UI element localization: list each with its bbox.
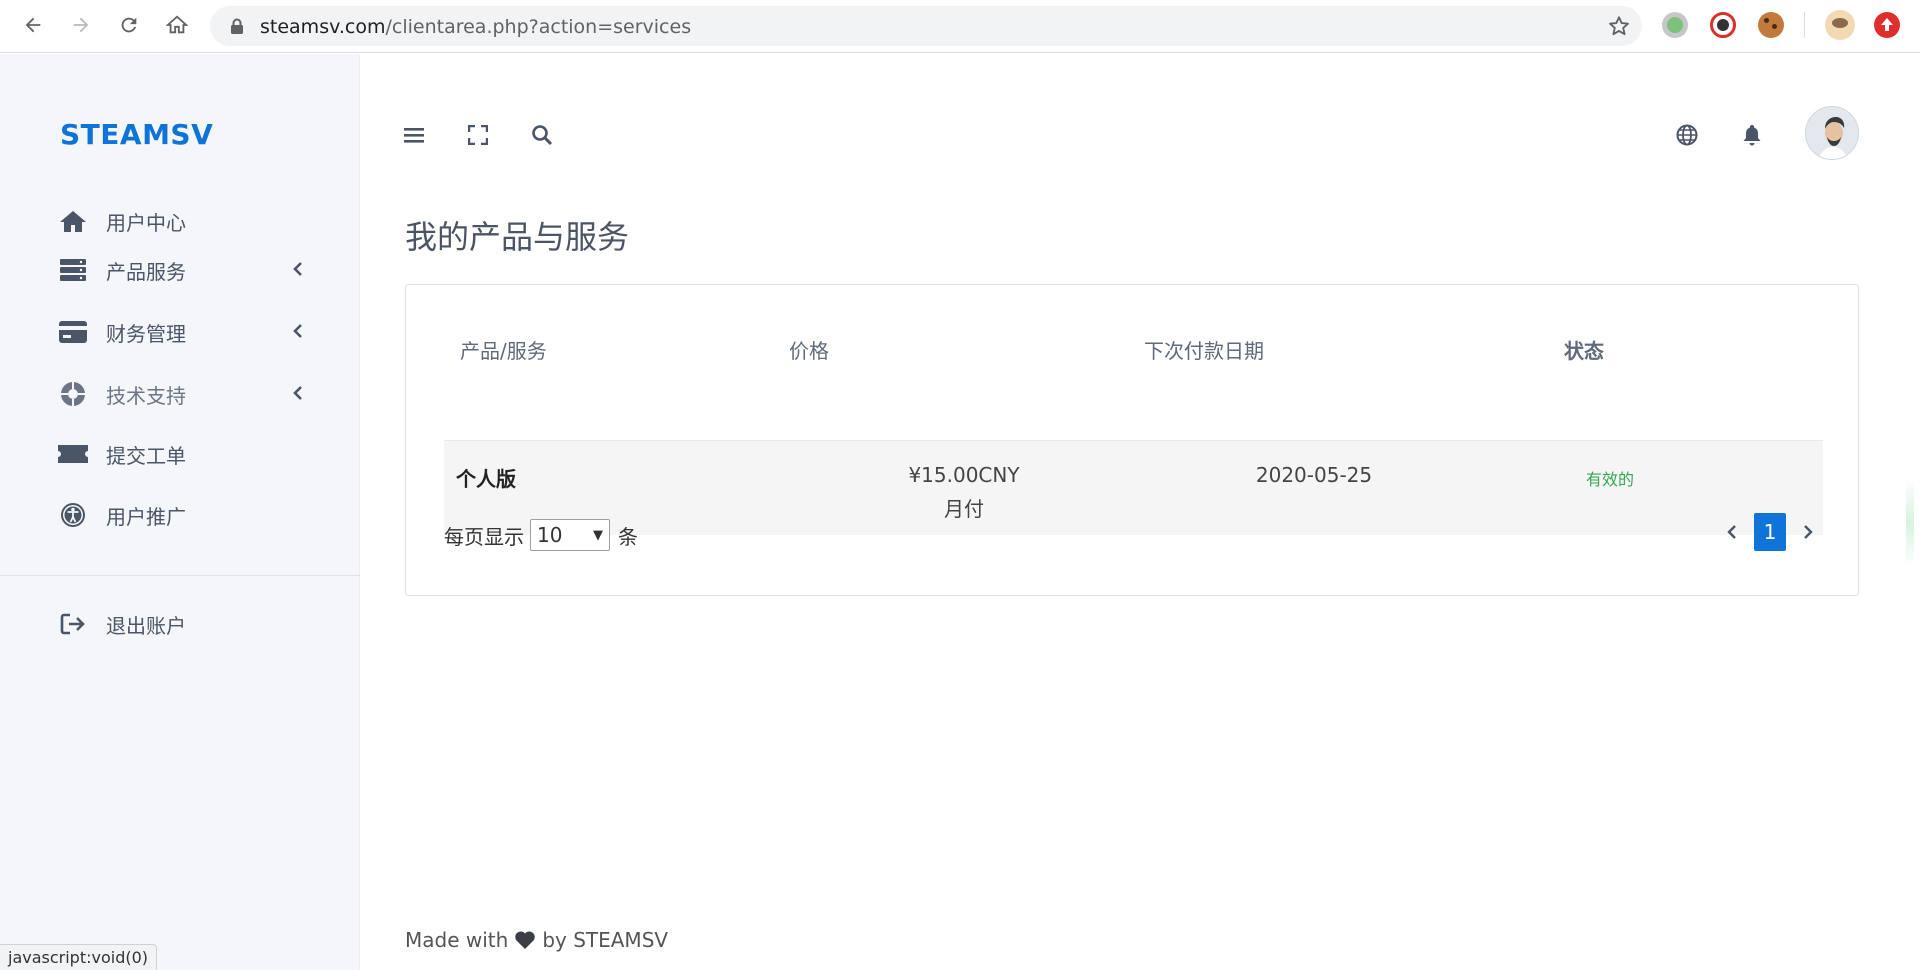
user-avatar[interactable] bbox=[1805, 106, 1859, 160]
per-page-suffix: 条 bbox=[618, 524, 638, 549]
bookmark-star-icon[interactable] bbox=[1608, 15, 1630, 37]
next-due-date: 2020-05-25 bbox=[1255, 463, 1373, 487]
update-arrow-icon[interactable] bbox=[1874, 12, 1900, 38]
globe-icon bbox=[1676, 124, 1698, 146]
sign-out-icon bbox=[58, 609, 88, 639]
arrow-left-icon bbox=[25, 17, 41, 33]
footer: Made with by STEAMSV bbox=[405, 928, 668, 952]
fullscreen-button[interactable] bbox=[465, 122, 491, 148]
chevron-right-icon bbox=[1804, 525, 1813, 539]
services-card: 产品/服务 价格 下次付款日期 状态 个人版 ¥15.00CNY 月付 2020… bbox=[405, 284, 1859, 596]
menu-icon bbox=[404, 128, 424, 143]
fullscreen-icon bbox=[468, 125, 488, 145]
extension-green-dot-icon[interactable] bbox=[1662, 12, 1688, 38]
sidebar-divider bbox=[0, 575, 360, 576]
sidebar-item-label: 技术支持 bbox=[106, 383, 186, 408]
per-page-control: 每页显示 10 ▼ 条 bbox=[444, 519, 638, 551]
per-page-select[interactable]: 10 ▼ bbox=[530, 519, 610, 551]
home-button[interactable] bbox=[162, 10, 192, 40]
per-page-prefix: 每页显示 bbox=[444, 524, 524, 549]
url-path: /clientarea.php?action=services bbox=[385, 16, 692, 38]
status-badge: 有效的 bbox=[1586, 470, 1635, 489]
arrow-right-icon bbox=[73, 17, 89, 33]
menu-toggle-button[interactable] bbox=[401, 122, 427, 148]
footer-prefix: Made with bbox=[405, 928, 509, 952]
pagination: 1 bbox=[1722, 513, 1818, 551]
notifications-button[interactable] bbox=[1739, 122, 1765, 148]
sidebar-item-support[interactable]: 技术支持 bbox=[58, 377, 308, 411]
toolbar-separator bbox=[1804, 12, 1805, 38]
sidebar-item-finance[interactable]: 财务管理 bbox=[58, 315, 308, 349]
column-header-status[interactable]: 状态 bbox=[1564, 335, 1604, 364]
brand-logo[interactable]: STEAMSV bbox=[60, 118, 213, 151]
lock-icon bbox=[231, 18, 243, 34]
footer-suffix: by STEAMSV bbox=[542, 928, 669, 952]
heart-icon bbox=[514, 930, 536, 950]
column-header-price[interactable]: 价格 bbox=[789, 335, 829, 364]
home-icon bbox=[58, 206, 88, 236]
browser-toolbar: steamsv.com/clientarea.php?action=servic… bbox=[0, 0, 1920, 53]
sidebar-item-submit-ticket[interactable]: 提交工单 bbox=[58, 437, 308, 471]
home-outline-icon bbox=[166, 15, 188, 34]
sidebar-item-logout[interactable]: 退出账户 bbox=[58, 607, 308, 641]
dropdown-arrow-icon: ▼ bbox=[593, 527, 603, 543]
back-button[interactable] bbox=[18, 10, 48, 40]
url-text: steamsv.com/clientarea.php?action=servic… bbox=[260, 16, 691, 38]
sidebar-item-products[interactable]: 产品服务 bbox=[58, 253, 308, 287]
reload-icon bbox=[121, 17, 137, 33]
next-page-button[interactable] bbox=[1798, 513, 1818, 551]
chevron-left-icon bbox=[293, 262, 302, 276]
reload-button[interactable] bbox=[114, 10, 144, 40]
prev-page-button[interactable] bbox=[1722, 513, 1742, 551]
search-icon bbox=[532, 125, 553, 146]
ticket-icon bbox=[58, 439, 88, 469]
forward-button[interactable] bbox=[66, 10, 96, 40]
sidebar-item-label: 用户推广 bbox=[106, 504, 186, 529]
search-button[interactable] bbox=[529, 122, 555, 148]
sidebar-item-label: 提交工单 bbox=[106, 443, 186, 468]
product-price: ¥15.00CNY bbox=[908, 463, 1020, 487]
extension-sound-icon[interactable] bbox=[1710, 12, 1736, 38]
per-page-value: 10 bbox=[537, 523, 563, 547]
sidebar: STEAMSV 用户中心 产品服务 财务管理 技术支持 提交工单 用户推广 退出… bbox=[0, 54, 360, 970]
sidebar-item-user-center[interactable]: 用户中心 bbox=[58, 204, 308, 238]
url-host: steamsv.com bbox=[260, 16, 386, 38]
table-row[interactable]: 个人版 ¥15.00CNY 月付 2020-05-25 有效的 bbox=[444, 440, 1823, 535]
billing-cycle: 月付 bbox=[944, 497, 984, 521]
profile-avatar-icon[interactable] bbox=[1825, 10, 1855, 40]
chevron-left-icon bbox=[293, 324, 302, 338]
product-name: 个人版 bbox=[456, 467, 516, 491]
browser-status-bar: javascript:void(0) bbox=[0, 944, 158, 970]
universal-access-icon bbox=[58, 500, 88, 530]
sidebar-item-label: 用户中心 bbox=[106, 210, 186, 235]
credit-card-icon bbox=[58, 317, 88, 347]
sidebar-item-affiliate[interactable]: 用户推广 bbox=[58, 498, 308, 532]
column-header-product[interactable]: 产品/服务 bbox=[460, 335, 547, 364]
bell-icon bbox=[1743, 125, 1761, 146]
chevron-left-icon bbox=[1727, 525, 1736, 539]
extension-cookie-icon[interactable] bbox=[1758, 12, 1784, 38]
page-number-current[interactable]: 1 bbox=[1754, 513, 1786, 551]
life-ring-icon bbox=[58, 379, 88, 409]
scrollbar-indicator[interactable] bbox=[1906, 480, 1914, 566]
page-title: 我的产品与服务 bbox=[405, 218, 630, 256]
sidebar-item-label: 产品服务 bbox=[106, 259, 186, 284]
address-bar[interactable]: steamsv.com/clientarea.php?action=servic… bbox=[210, 6, 1642, 46]
sidebar-item-label: 财务管理 bbox=[106, 321, 186, 346]
sidebar-item-label: 退出账户 bbox=[106, 613, 186, 638]
language-button[interactable] bbox=[1674, 122, 1700, 148]
server-icon bbox=[58, 255, 88, 285]
column-header-next-due[interactable]: 下次付款日期 bbox=[1144, 335, 1264, 364]
chevron-left-icon bbox=[293, 386, 302, 400]
